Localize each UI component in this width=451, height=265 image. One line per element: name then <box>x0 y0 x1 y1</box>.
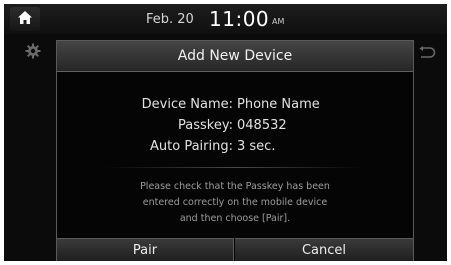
status-time: 11:00 <box>209 7 270 31</box>
home-icon <box>17 10 33 29</box>
message-line: entered correctly on the mobile device <box>142 197 328 208</box>
infotainment-screen: Feb. 20 11:00 AM Add New Device Device N… <box>4 4 447 261</box>
add-device-dialog: Add New Device Device Name: Phone Name P… <box>56 40 414 261</box>
back-arrow-icon <box>418 45 436 64</box>
dialog-title: Add New Device <box>57 41 413 72</box>
auto-pairing-label: Auto Pairing: <box>150 139 233 154</box>
device-name-label: Device Name: <box>141 97 233 112</box>
status-ampm: AM <box>272 17 285 26</box>
passkey-label: Passkey: <box>178 118 233 133</box>
pair-button[interactable]: Pair <box>57 238 234 261</box>
auto-pairing-value: 3 sec. <box>237 139 276 154</box>
passkey-value: 048532 <box>237 118 287 133</box>
passkey-row: Passkey: 048532 <box>57 118 413 138</box>
message-line: and then choose [Pair]. <box>179 213 291 224</box>
auto-pairing-row: Auto Pairing: 3 sec. <box>57 139 413 159</box>
device-name-value: Phone Name <box>237 97 320 112</box>
home-button[interactable] <box>10 7 40 31</box>
gear-icon <box>25 43 41 63</box>
device-name-row: Device Name: Phone Name <box>57 97 413 117</box>
status-bar: Feb. 20 11:00 AM <box>4 4 447 34</box>
divider <box>105 167 365 168</box>
back-button[interactable] <box>416 45 438 64</box>
message-line: Please check that the Passkey has been <box>140 181 330 192</box>
cancel-button[interactable]: Cancel <box>235 238 413 261</box>
settings-button[interactable] <box>24 43 42 63</box>
instruction-message: Please check that the Passkey has been e… <box>87 179 383 227</box>
status-date: Feb. 20 <box>146 12 194 27</box>
